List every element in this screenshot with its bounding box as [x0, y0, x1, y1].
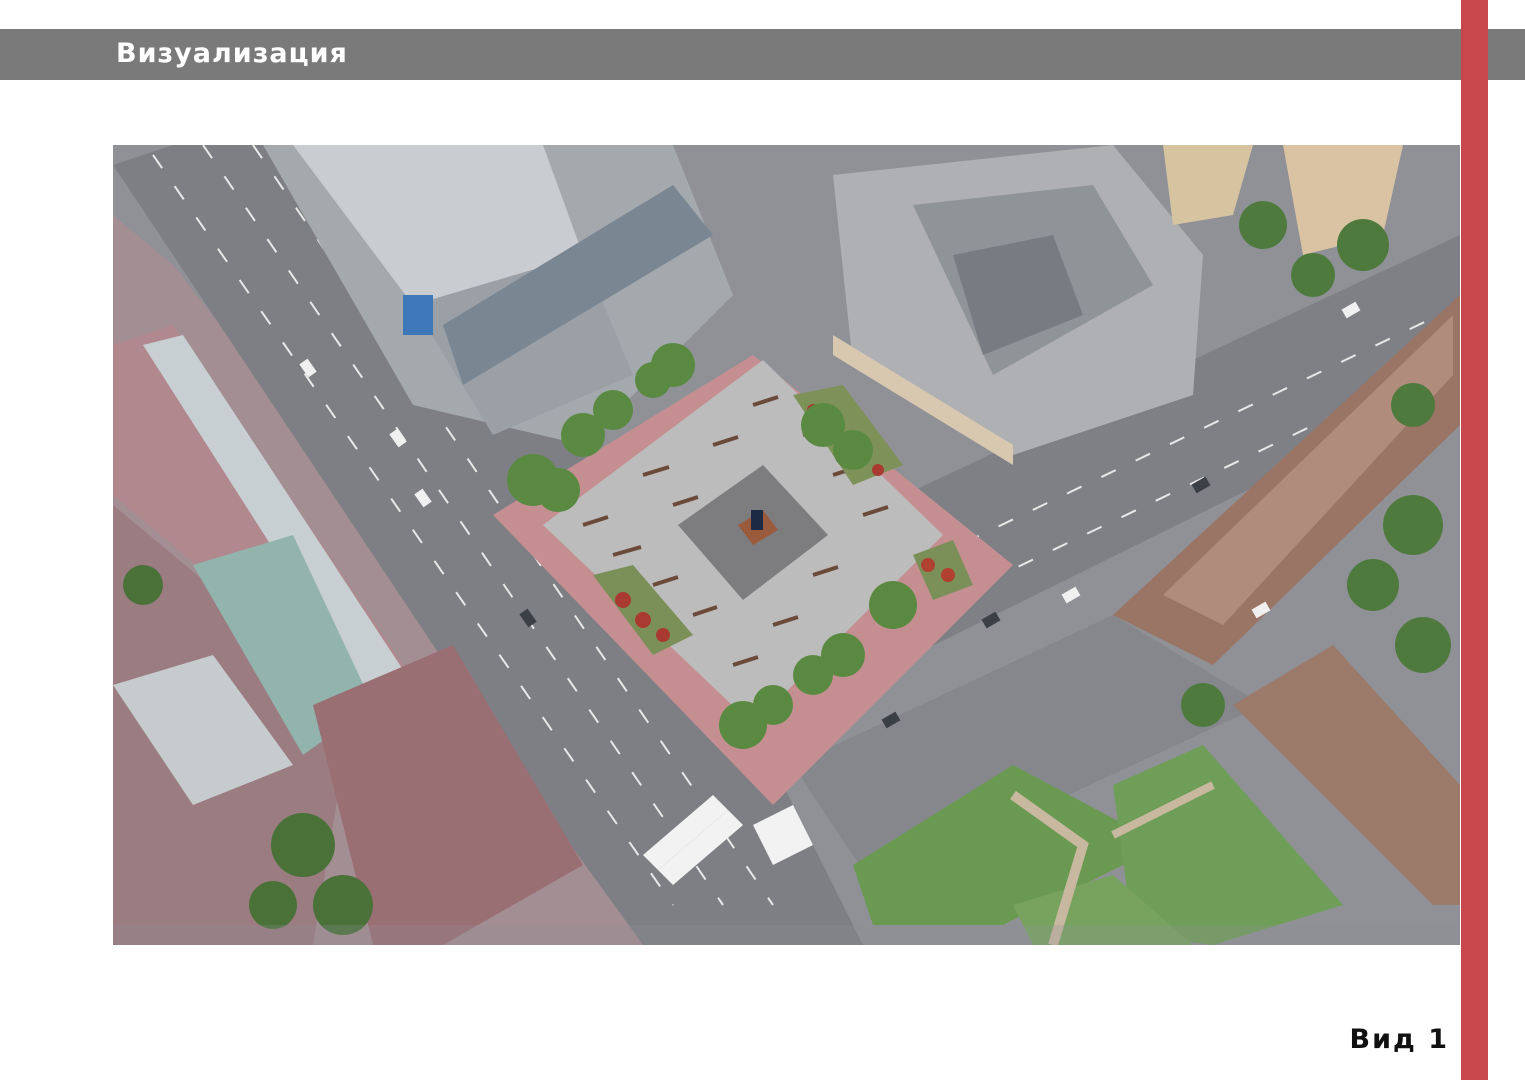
accent-stripe — [1461, 0, 1488, 1080]
page-title: Визуализация — [116, 38, 348, 69]
view-label: Вид 1 — [1349, 1024, 1449, 1055]
aerial-visualization-image — [113, 145, 1460, 945]
